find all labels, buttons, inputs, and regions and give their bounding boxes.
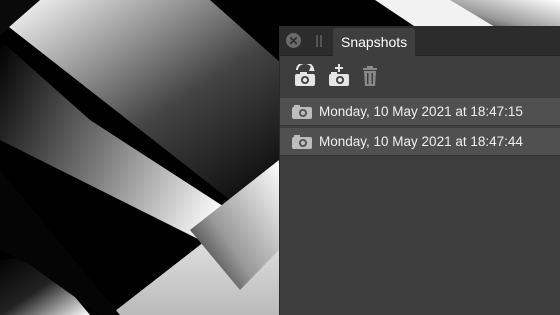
panel-header: ✕ Snapshots xyxy=(280,26,560,56)
tab-label: Snapshots xyxy=(341,34,408,50)
tab-snapshots[interactable]: Snapshots xyxy=(333,28,416,56)
camera-icon xyxy=(292,135,312,149)
add-snapshot-button[interactable] xyxy=(326,64,352,88)
drag-handle-icon[interactable] xyxy=(316,35,322,47)
add-snapshot-icon xyxy=(329,64,349,86)
camera-icon xyxy=(292,105,312,119)
close-icon: ✕ xyxy=(288,33,299,48)
snapshots-panel: ✕ Snapshots Monday, 10 May 2021 at 18:47… xyxy=(279,26,560,315)
restore-snapshot-icon xyxy=(295,64,315,86)
restore-snapshot-button[interactable] xyxy=(292,64,318,88)
list-item[interactable]: Monday, 10 May 2021 at 18:47:15 xyxy=(280,98,560,126)
list-item[interactable]: Monday, 10 May 2021 at 18:47:44 xyxy=(280,128,560,156)
delete-snapshot-button[interactable] xyxy=(360,64,386,88)
snapshot-label: Monday, 10 May 2021 at 18:47:44 xyxy=(319,134,523,149)
delete-snapshot-icon xyxy=(363,66,377,86)
snapshot-label: Monday, 10 May 2021 at 18:47:15 xyxy=(319,104,523,119)
snapshot-toolbar xyxy=(280,56,560,92)
close-panel-button[interactable]: ✕ xyxy=(286,33,301,48)
snapshot-list: Monday, 10 May 2021 at 18:47:15 Monday, … xyxy=(280,98,560,158)
